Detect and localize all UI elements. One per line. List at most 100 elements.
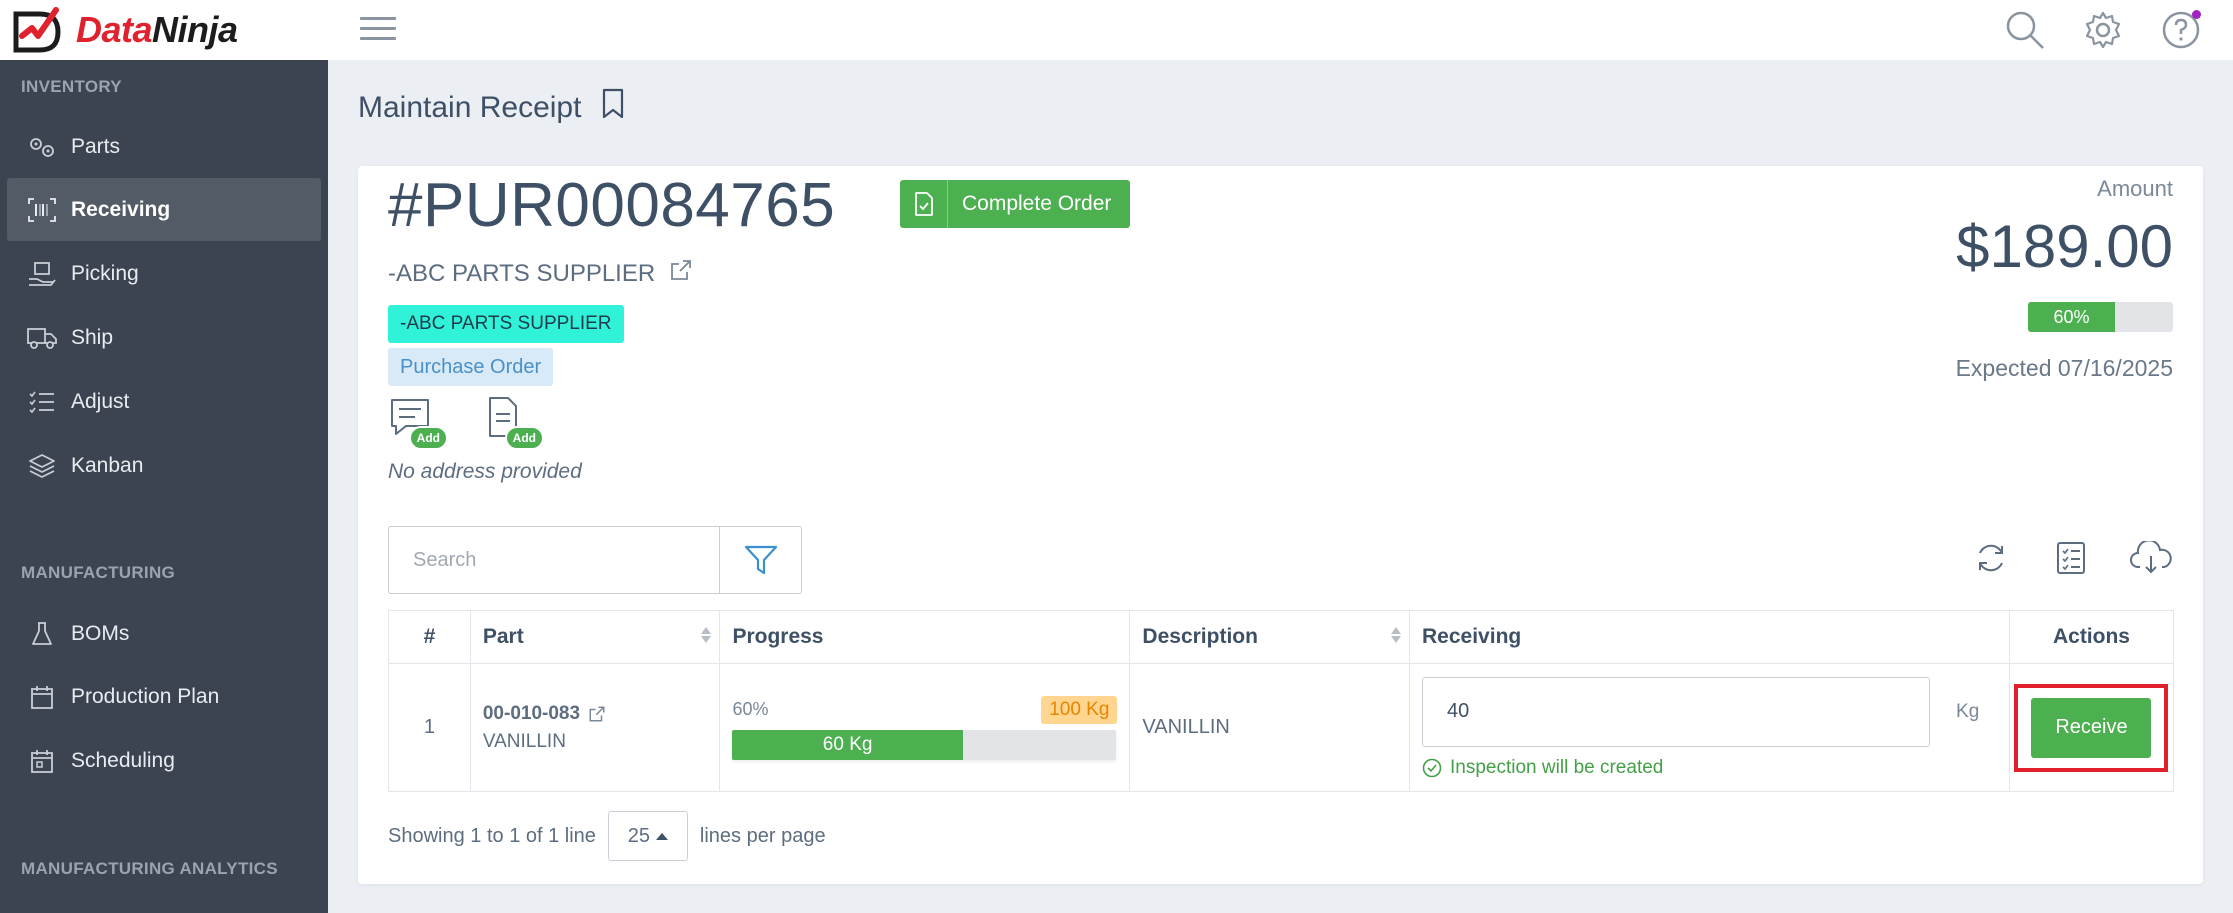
sidebar-item-label: Parts: [71, 134, 121, 158]
part-number-link[interactable]: 00-010-083: [483, 703, 708, 725]
add-note-button[interactable]: Add: [388, 396, 448, 450]
external-link-icon[interactable]: [669, 258, 693, 289]
external-link-icon: [589, 706, 605, 721]
search-field: [388, 526, 720, 594]
table-row: 1 00-010-083 VANILLIN 60% 100 Kg 60 Kg V…: [388, 663, 2175, 792]
part-cell: 00-010-083 VANILLIN: [469, 663, 721, 792]
progress-total-badge: 100 Kg: [1041, 695, 1118, 724]
caret-up-icon: [656, 832, 669, 840]
receive-button[interactable]: Receive: [2031, 697, 2152, 758]
box-hand-icon: [25, 261, 59, 287]
complete-order-label: Complete Order: [962, 192, 1112, 215]
refresh-icon[interactable]: [1969, 536, 2013, 580]
column-header-actions: Actions: [2008, 610, 2175, 664]
order-progress-fill: 60%: [2028, 302, 2115, 332]
add-document-button[interactable]: Add: [484, 396, 544, 450]
sidebar-item-label: BOMs: [71, 621, 130, 645]
table-header-row: # Part Progress Description Receiving Ac…: [388, 610, 2175, 664]
notification-dot: [2192, 10, 2201, 19]
calendar-icon: [25, 684, 59, 710]
list-adjust-icon: [25, 390, 59, 414]
gear-icon[interactable]: [2081, 8, 2125, 52]
sidebar-item-parts[interactable]: Parts: [7, 115, 321, 178]
description-cell: VANILLIN: [1129, 663, 1411, 792]
sidebar: INVENTORY Parts Receiving Picking Ship A…: [0, 60, 328, 913]
page-title-text: Maintain Receipt: [358, 91, 582, 124]
sort-icon: [701, 627, 712, 643]
search-icon[interactable]: [2003, 8, 2047, 52]
checklist-icon[interactable]: [2049, 536, 2093, 580]
order-progress-bar: 60%: [2028, 302, 2173, 332]
calendar-schedule-icon: [25, 748, 59, 774]
sidebar-section-manufacturing: MANUFACTURING: [21, 563, 176, 582]
logo-mark-icon: [13, 7, 61, 53]
sidebar-item-picking[interactable]: Picking: [7, 242, 321, 305]
add-badge: Add: [504, 426, 544, 450]
pagination-summary: Showing 1 to 1 of 1 line: [388, 824, 596, 847]
progress-percent: 60%: [732, 699, 769, 719]
sidebar-item-production-plan[interactable]: Production Plan: [7, 665, 321, 728]
per-page-suffix: lines per page: [699, 824, 826, 847]
top-bar: DataNinja: [0, 0, 2233, 60]
truck-icon: [25, 326, 59, 350]
supplier-name: -ABC PARTS SUPPLIER: [388, 259, 656, 287]
sidebar-item-label: Production Plan: [71, 684, 220, 708]
sidebar-item-kanban[interactable]: Kanban: [7, 434, 321, 497]
column-header-index: #: [388, 610, 471, 664]
complete-order-button[interactable]: Complete Order: [900, 180, 1130, 228]
sidebar-section-inventory: INVENTORY: [21, 77, 122, 96]
sidebar-item-label: Adjust: [71, 389, 130, 413]
supplier-badge: -ABC PARTS SUPPLIER: [388, 305, 624, 343]
sidebar-item-scheduling[interactable]: Scheduling: [7, 729, 321, 792]
search-input[interactable]: [413, 548, 693, 572]
supplier-link[interactable]: -ABC PARTS SUPPLIER: [388, 258, 693, 289]
sort-icon: [1391, 627, 1402, 643]
inspection-note: Inspection will be created: [1422, 757, 1997, 779]
sidebar-item-receiving[interactable]: Receiving: [7, 178, 321, 241]
per-page-select[interactable]: 25: [607, 811, 688, 861]
receipt-card: #PUR00084765 Complete Order -ABC PARTS S…: [358, 166, 2203, 884]
flask-icon: [25, 621, 59, 647]
order-type-badge: Purchase Order: [388, 348, 554, 386]
inspection-note-text: Inspection will be created: [1450, 756, 1664, 778]
sidebar-item-ship[interactable]: Ship: [7, 306, 321, 369]
part-number: 00-010-083: [482, 702, 581, 724]
sidebar-item-adjust[interactable]: Adjust: [7, 370, 321, 433]
barcode-icon: [25, 197, 59, 223]
actions-cell: Receive: [2008, 663, 2175, 792]
line-progress-fill: 60 Kg: [732, 729, 963, 760]
order-number: #PUR00084765: [388, 171, 836, 240]
sidebar-section-manufacturing-analytics: MANUFACTURING ANALYTICS: [21, 859, 278, 878]
gears-icon: [25, 135, 59, 159]
receiving-quantity-input[interactable]: [1422, 676, 1931, 747]
line-progress-bar: 60 Kg: [732, 729, 1117, 760]
column-header-part[interactable]: Part: [469, 610, 721, 664]
brand-name: DataNinja: [76, 9, 238, 50]
per-page-value: 25: [627, 824, 651, 847]
sidebar-item-label: Scheduling: [71, 748, 175, 772]
sidebar-item-label: Picking: [71, 261, 139, 285]
part-name: VANILLIN: [482, 730, 566, 752]
brand-logo[interactable]: DataNinja: [12, 6, 238, 54]
add-badge: Add: [408, 426, 448, 450]
address-text: No address provided: [388, 460, 582, 483]
amount-value: $189.00: [1956, 213, 2173, 280]
pagination: Showing 1 to 1 of 1 line 25 lines per pa…: [388, 811, 826, 861]
bookmark-icon[interactable]: [601, 88, 625, 128]
column-header-receiving: Receiving: [1409, 610, 2010, 664]
cloud-download-icon[interactable]: [2129, 536, 2173, 580]
sidebar-item-boms[interactable]: BOMs: [7, 602, 321, 665]
menu-toggle-button[interactable]: [360, 12, 396, 44]
receive-highlight: Receive: [2014, 683, 2169, 772]
column-header-progress: Progress: [719, 610, 1131, 664]
amount-label: Amount: [2097, 176, 2173, 201]
column-header-description[interactable]: Description: [1129, 610, 1411, 664]
filter-icon: [744, 545, 777, 575]
receipt-lines-table: # Part Progress Description Receiving Ac…: [388, 610, 2175, 792]
receiving-cell: Kg Inspection will be created: [1409, 663, 2010, 792]
expected-date: Expected 07/16/2025: [1955, 355, 2173, 381]
sidebar-item-label: Ship: [71, 325, 114, 349]
help-icon[interactable]: [2159, 8, 2203, 52]
filter-button[interactable]: [720, 526, 802, 594]
sidebar-item-label: Kanban: [71, 453, 144, 477]
